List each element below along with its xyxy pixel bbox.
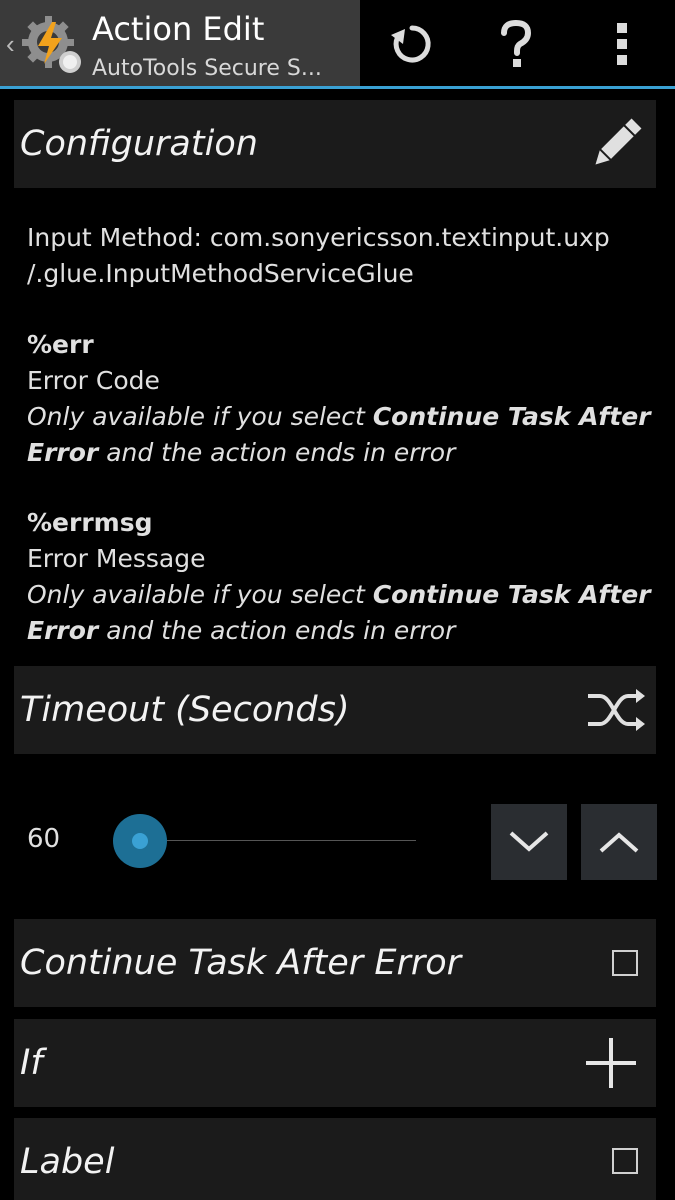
- variable-description: Error Code: [27, 366, 160, 395]
- action-bar: ‹ Action Edit AutoTools Secure S...: [0, 0, 675, 89]
- configuration-row[interactable]: Configuration: [14, 100, 656, 188]
- chevron-down-icon: [509, 831, 549, 852]
- timeout-row: Timeout (Seconds): [14, 666, 656, 754]
- overflow-menu-icon: [617, 23, 627, 65]
- variable-name: %errmsg: [27, 508, 153, 537]
- label-label: Label: [20, 1142, 115, 1182]
- variable-name: %err: [27, 330, 94, 359]
- decrease-button[interactable]: [491, 804, 567, 880]
- variable-errmsg-block: %errmsg Error Message Only available if …: [27, 505, 657, 649]
- tasker-app-icon: [22, 16, 81, 73]
- add-condition-button[interactable]: [566, 1019, 656, 1107]
- help-button[interactable]: [486, 14, 546, 74]
- back-chevron-icon[interactable]: ‹: [6, 30, 20, 58]
- configuration-description: Input Method: com.sonyericsson.textinput…: [27, 220, 657, 292]
- continue-task-after-error-row[interactable]: Continue Task After Error: [14, 919, 656, 1007]
- continue-task-after-error-checkbox[interactable]: [612, 950, 638, 976]
- shuffle-icon: [588, 689, 645, 731]
- label-checkbox[interactable]: [612, 1148, 638, 1174]
- revert-button[interactable]: [382, 14, 442, 74]
- chevron-up-icon: [599, 832, 639, 853]
- plus-icon: [586, 1038, 636, 1088]
- input-method-line-2: /.glue.InputMethodServiceGlue: [27, 259, 414, 288]
- timeout-value: 60: [27, 824, 61, 854]
- continue-task-after-error-label: Continue Task After Error: [20, 943, 462, 983]
- timeout-variable-toggle[interactable]: [576, 666, 656, 754]
- action-bar-divider: [0, 86, 675, 89]
- title-area[interactable]: ‹ Action Edit AutoTools Secure S...: [0, 0, 360, 86]
- page-title: Action Edit: [92, 10, 265, 48]
- if-label: If: [20, 1043, 43, 1083]
- help-icon: [501, 19, 532, 67]
- edit-configuration-button[interactable]: [576, 100, 656, 188]
- input-method-line: Input Method: com.sonyericsson.textinput…: [27, 223, 610, 252]
- page-subtitle: AutoTools Secure S...: [92, 56, 322, 81]
- if-condition-row[interactable]: If: [14, 1019, 656, 1107]
- variable-description: Error Message: [27, 544, 206, 573]
- overflow-menu-button[interactable]: [592, 14, 652, 74]
- variable-err-block: %err Error Code Only available if you se…: [27, 327, 657, 471]
- pencil-icon: [595, 118, 642, 165]
- timeout-slider-track[interactable]: [140, 840, 416, 841]
- timeout-label: Timeout (Seconds): [20, 690, 350, 730]
- configuration-label: Configuration: [20, 124, 258, 164]
- variable-note: Only available if you select Continue Ta…: [27, 580, 651, 645]
- timeout-slider-thumb[interactable]: [113, 814, 167, 868]
- variable-note: Only available if you select Continue Ta…: [27, 402, 651, 467]
- increase-button[interactable]: [581, 804, 657, 880]
- label-row[interactable]: Label: [14, 1118, 656, 1200]
- revert-icon: [391, 25, 431, 63]
